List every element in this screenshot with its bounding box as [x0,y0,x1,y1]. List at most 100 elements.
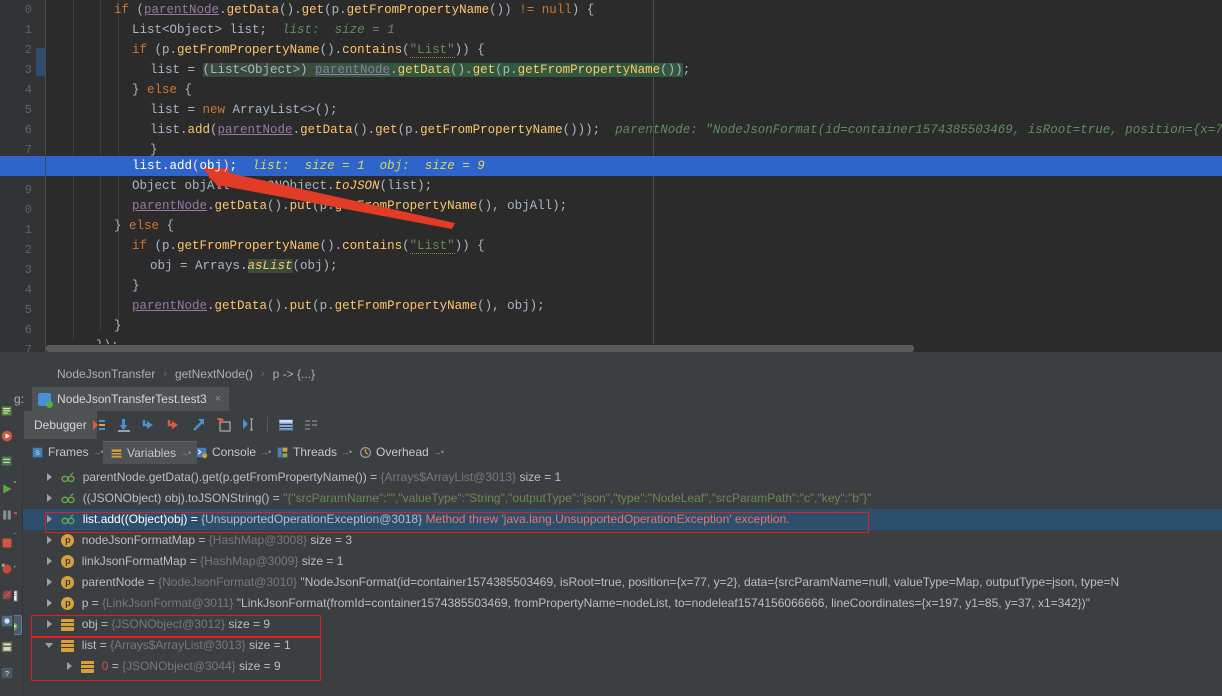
step-over-icon[interactable] [113,414,135,436]
close-icon[interactable]: × [207,393,221,405]
breadcrumb-item-method[interactable]: getNextNode() [173,367,255,381]
variables-tree[interactable]: parentNode.getData().get(p.getFromProper… [23,465,1222,696]
help-icon[interactable]: ? [1,667,13,679]
breadcrumb-item-lambda[interactable]: p -> {...} [271,367,317,381]
pin-icon[interactable]: →• [433,447,443,457]
breakpoints-icon[interactable] [1,563,13,575]
code-text-area[interactable]: if (parentNode.getData().get(p.getFromPr… [46,0,1222,352]
expand-arrow-icon[interactable] [45,620,54,629]
code-line-6[interactable]: list.add(parentNode.getData().get(p.getF… [150,120,1222,140]
show-execution-point-icon[interactable] [88,414,110,436]
expand-arrow-icon[interactable] [45,473,54,482]
tab-console-label: Console [212,445,256,459]
expand-arrow-icon[interactable] [45,599,54,608]
tab-threads[interactable]: Threads →• [269,441,358,463]
run-icon[interactable] [1,430,13,442]
code-line-8-current[interactable]: list.add(obj); list: size = 1 obj: size … [132,156,485,176]
code-editor[interactable]: 0 1 2 3 4 5 6 7 8 9 0 1 2 3 4 5 6 7 [0,0,1222,352]
variable-row-watch-2-selected[interactable]: list.add((Object)obj) = {UnsupportedOper… [23,509,1222,530]
run-to-cursor-icon[interactable] [238,414,260,436]
tab-debugger[interactable]: Debugger [24,411,97,439]
stop-icon[interactable] [1,537,13,549]
change-marker [36,48,45,76]
code-line-1[interactable]: List<Object> list; list: size = 1 [132,20,395,40]
evaluate-expression-icon[interactable] [275,414,297,436]
expand-arrow-icon[interactable] [45,494,54,503]
variable-name: nodeJsonFormatMap [82,533,195,547]
tab-frames-label: Frames [48,445,89,459]
code-line-5[interactable]: list = new ArrayList<>(); [150,100,338,120]
variable-size: size = 1 [302,554,344,568]
variable-type: {LinkJsonFormat@3011} [102,596,233,610]
expand-arrow-icon[interactable] [45,515,54,524]
breadcrumb[interactable]: NodeJsonTransfer › getNextNode() › p -> … [0,360,1222,387]
force-step-into-icon[interactable] [163,414,185,436]
variable-row-p[interactable]: p p = {LinkJsonFormat@3011} "LinkJsonFor… [45,593,1090,614]
code-line-4[interactable]: } else { [132,80,192,100]
variable-row-watch-0[interactable]: parentNode.getData().get(p.getFromProper… [45,467,561,488]
code-line-3[interactable]: list = (List<Object>) parentNode.getData… [150,60,690,80]
expand-arrow-icon[interactable] [45,578,54,587]
variable-row-parentNode[interactable]: p parentNode = {NodeJsonFormat@3010} "No… [45,572,1119,593]
pause-icon[interactable] [1,509,13,521]
tab-overhead[interactable]: Overhead →• [352,441,450,463]
variable-row-list-child-0[interactable]: 0 = {JSONObject@3044} size = 9 [65,656,281,677]
run-configuration-tab[interactable]: NodeJsonTransferTest.test3 × [32,387,229,411]
editor-hscrollbar-thumb[interactable] [46,345,914,352]
equals-sign: = [92,596,99,610]
variable-size: size = 9 [228,617,270,631]
left-tool-window-stripe[interactable]: ? [0,387,14,696]
code-line-0[interactable]: if (parentNode.getData().get(p.getFromPr… [114,0,594,20]
variable-name: list [82,638,97,652]
step-into-icon[interactable] [138,414,160,436]
line-number: 5 [25,300,32,320]
code-line-15[interactable]: parentNode.getData().put(p.getFromProper… [132,296,545,316]
variable-row-linkJsonFormatMap[interactable]: p linkJsonFormatMap = {HashMap@3009} siz… [45,551,343,572]
expand-arrow-icon[interactable] [45,557,54,566]
expand-arrow-icon[interactable] [65,662,74,671]
line-number: 0 [25,0,32,20]
pin-icon[interactable]: →• [341,447,351,457]
code-line-14[interactable]: } [132,276,140,296]
variable-type: {JSONObject@3044} [122,659,236,673]
code-line-13[interactable]: obj = Arrays.asList(obj); [150,256,338,276]
tab-variables[interactable]: Variables →• [103,441,197,464]
pin-icon[interactable]: →• [93,447,103,457]
debugger-toolbar[interactable] [88,411,322,439]
mute-breakpoints-icon[interactable] [1,589,13,601]
variable-row-obj[interactable]: obj = {JSONObject@3012} size = 9 [45,614,270,635]
expand-arrow-icon[interactable] [45,536,54,545]
variable-row-nodeJsonFormatMap[interactable]: p nodeJsonFormatMap = {HashMap@3008} siz… [45,530,352,551]
breadcrumb-separator-icon: › [157,368,173,380]
code-line-12[interactable]: if (p.getFromPropertyName().contains("Li… [132,236,485,256]
step-out-icon[interactable] [188,414,210,436]
editor-gutter[interactable]: 0 1 2 3 4 5 6 7 8 9 0 1 2 3 4 5 6 7 [0,0,36,352]
variable-size: size = 9 [239,659,281,673]
line-number: 3 [25,60,32,80]
structure-icon[interactable] [1,405,13,417]
variable-value: "NodeJsonFormat(id=container157438550346… [300,575,1119,589]
todo-icon[interactable] [1,455,13,467]
line-number: 4 [25,280,32,300]
variable-row-watch-1[interactable]: ((JSONObject) obj).toJSONString() = "{"s… [45,488,871,509]
code-line-9[interactable]: Object objAll = JSONObject.toJSON(list); [132,176,432,196]
variable-type: {HashMap@3009} [200,554,298,568]
svg-text:?: ? [5,669,9,678]
tab-console[interactable]: Console →• [188,441,277,463]
variable-name: parentNode.getData().get(p.getFromProper… [83,470,367,484]
drop-frame-icon[interactable] [213,414,235,436]
layout-icon[interactable] [1,641,13,653]
collapse-arrow-icon[interactable] [45,641,54,650]
param-icon: p [61,555,74,568]
code-line-16[interactable]: } [114,316,122,336]
tab-frames[interactable]: S Frames →• [24,441,110,463]
layout-settings-icon[interactable] [300,414,322,436]
code-line-10[interactable]: parentNode.getData().put(p.getFromProper… [132,196,567,216]
settings-icon[interactable] [1,615,13,627]
breadcrumb-item-class[interactable]: NodeJsonTransfer [55,367,157,381]
variable-size: size = 3 [310,533,352,547]
code-line-11[interactable]: } else { [114,216,174,236]
code-line-2[interactable]: if (p.getFromPropertyName().contains("Li… [132,40,485,60]
variable-row-list[interactable]: list = {Arrays$ArrayList@3013} size = 1 [45,635,291,656]
debug-play-icon[interactable] [1,483,13,495]
